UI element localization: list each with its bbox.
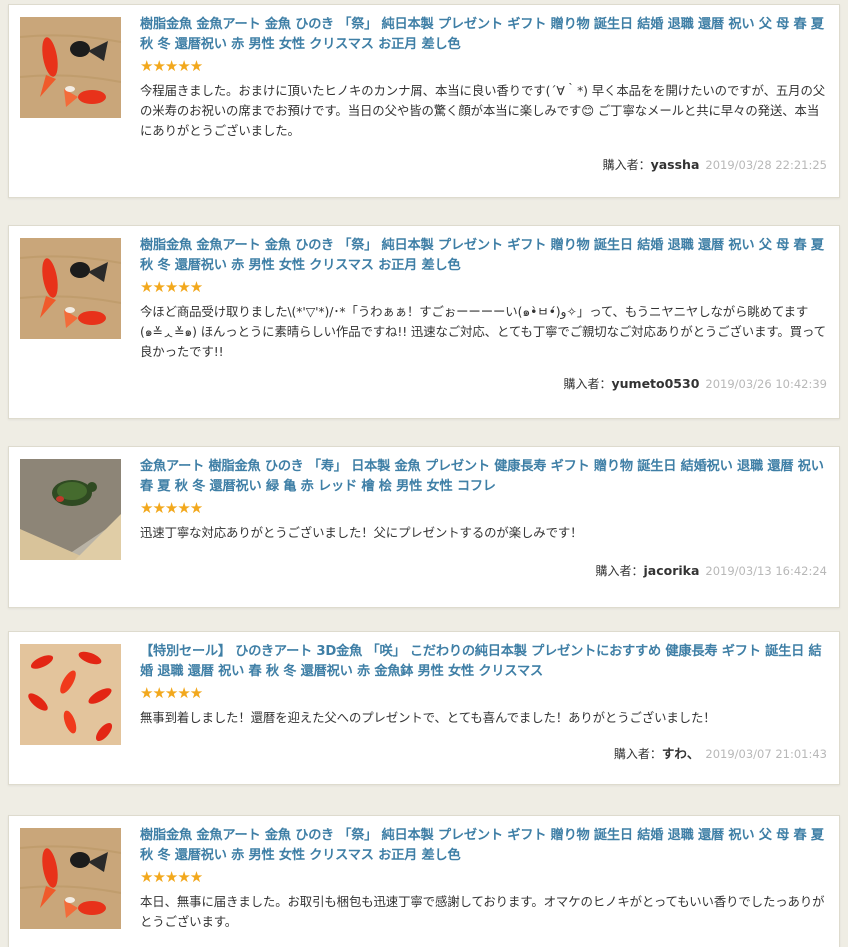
review-date: 2019/03/26 10:42:39 (705, 377, 827, 391)
buyer-name: yumeto0530 (611, 376, 700, 391)
star-rating: ★★★★★ (140, 57, 203, 75)
buyer-name: すわ、 (661, 746, 700, 761)
goldfish-icon (20, 238, 121, 339)
product-title-link[interactable]: 【特別セール】 ひのきアート 3D金魚 「咲」 こだわりの純日本製 プレゼントに… (140, 642, 827, 682)
review-text: 今ほど商品受け取りました\(*'▽'*)/･*「うわぁぁ！すごぉーーーーい(๑•… (140, 304, 826, 359)
buyer-name: yassha (650, 157, 700, 172)
review-text: 今程届きました。おまけに頂いたヒノキのカンナ屑、本当に良い香りです(´∀｀*) … (140, 83, 826, 138)
product-title-link[interactable]: 樹脂金魚 金魚アート 金魚 ひのき 「祭」 純日本製 プレゼント ギフト 贈り物… (140, 826, 827, 866)
star-rating: ★★★★★ (140, 278, 203, 296)
buyer-name: jacorika (643, 563, 700, 578)
buyer-label: 購入者： (563, 377, 612, 391)
star-rating: ★★★★★ (140, 868, 203, 886)
product-title-link[interactable]: 樹脂金魚 金魚アート 金魚 ひのき 「祭」 純日本製 プレゼント ギフト 贈り物… (140, 15, 827, 55)
product-title-link[interactable]: 樹脂金魚 金魚アート 金魚 ひのき 「祭」 純日本製 プレゼント ギフト 贈り物… (140, 236, 827, 276)
review-meta: 購入者：jacorika 2019/03/13 16:42:24 (595, 563, 827, 579)
product-thumbnail[interactable] (20, 644, 121, 745)
review-text: 迅速丁寧な対応ありがとうございました！父にプレゼントするのが楽しみです！ (140, 525, 583, 540)
review-content: 【特別セール】 ひのきアート 3D金魚 「咲」 こだわりの純日本製 プレゼントに… (140, 642, 827, 728)
review-card: 【特別セール】 ひのきアート 3D金魚 「咲」 こだわりの純日本製 プレゼントに… (8, 631, 840, 785)
star-rating: ★★★★★ (140, 684, 203, 702)
product-title-link[interactable]: 金魚アート 樹脂金魚 ひのき 「寿」 日本製 金魚 プレゼント 健康長寿 ギフト… (140, 457, 827, 497)
product-thumbnail[interactable] (20, 238, 121, 339)
buyer-label: 購入者： (595, 564, 644, 578)
review-card: 樹脂金魚 金魚アート 金魚 ひのき 「祭」 純日本製 プレゼント ギフト 贈り物… (8, 225, 840, 419)
review-meta: 購入者：yumeto0530 2019/03/26 10:42:39 (563, 376, 827, 392)
review-list: 樹脂金魚 金魚アート 金魚 ひのき 「祭」 純日本製 プレゼント ギフト 贈り物… (0, 0, 848, 947)
review-content: 樹脂金魚 金魚アート 金魚 ひのき 「祭」 純日本製 プレゼント ギフト 贈り物… (140, 15, 827, 141)
review-card: 樹脂金魚 金魚アート 金魚 ひのき 「祭」 純日本製 プレゼント ギフト 贈り物… (8, 4, 840, 198)
review-date: 2019/03/28 22:21:25 (705, 158, 827, 172)
product-thumbnail[interactable] (20, 459, 121, 560)
star-rating: ★★★★★ (140, 499, 203, 517)
review-card: 樹脂金魚 金魚アート 金魚 ひのき 「祭」 純日本製 プレゼント ギフト 贈り物… (8, 815, 840, 947)
review-card: 金魚アート 樹脂金魚 ひのき 「寿」 日本製 金魚 プレゼント 健康長寿 ギフト… (8, 446, 840, 608)
review-meta: 購入者：すわ、 2019/03/07 21:01:43 (614, 746, 827, 762)
review-date: 2019/03/13 16:42:24 (705, 564, 827, 578)
buyer-label: 購入者： (613, 747, 662, 761)
goldfish-school-icon (20, 644, 121, 745)
turtle-icon (20, 459, 121, 560)
review-text: 無事到着しました！還暦を迎えた父へのプレゼントで、とても喜んでました！ありがとう… (140, 710, 716, 725)
buyer-label: 購入者： (602, 158, 651, 172)
review-text: 本日、無事に届きました。お取引も梱包も迅速丁寧で感謝しております。オマケのヒノキ… (140, 894, 825, 929)
product-thumbnail[interactable] (20, 828, 121, 929)
review-content: 金魚アート 樹脂金魚 ひのき 「寿」 日本製 金魚 プレゼント 健康長寿 ギフト… (140, 457, 827, 543)
review-content: 樹脂金魚 金魚アート 金魚 ひのき 「祭」 純日本製 プレゼント ギフト 贈り物… (140, 236, 827, 362)
review-content: 樹脂金魚 金魚アート 金魚 ひのき 「祭」 純日本製 プレゼント ギフト 贈り物… (140, 826, 827, 932)
review-meta: 購入者：yassha 2019/03/28 22:21:25 (603, 157, 827, 173)
goldfish-icon (20, 17, 121, 118)
goldfish-icon (20, 828, 121, 929)
review-date: 2019/03/07 21:01:43 (705, 747, 827, 761)
product-thumbnail[interactable] (20, 17, 121, 118)
